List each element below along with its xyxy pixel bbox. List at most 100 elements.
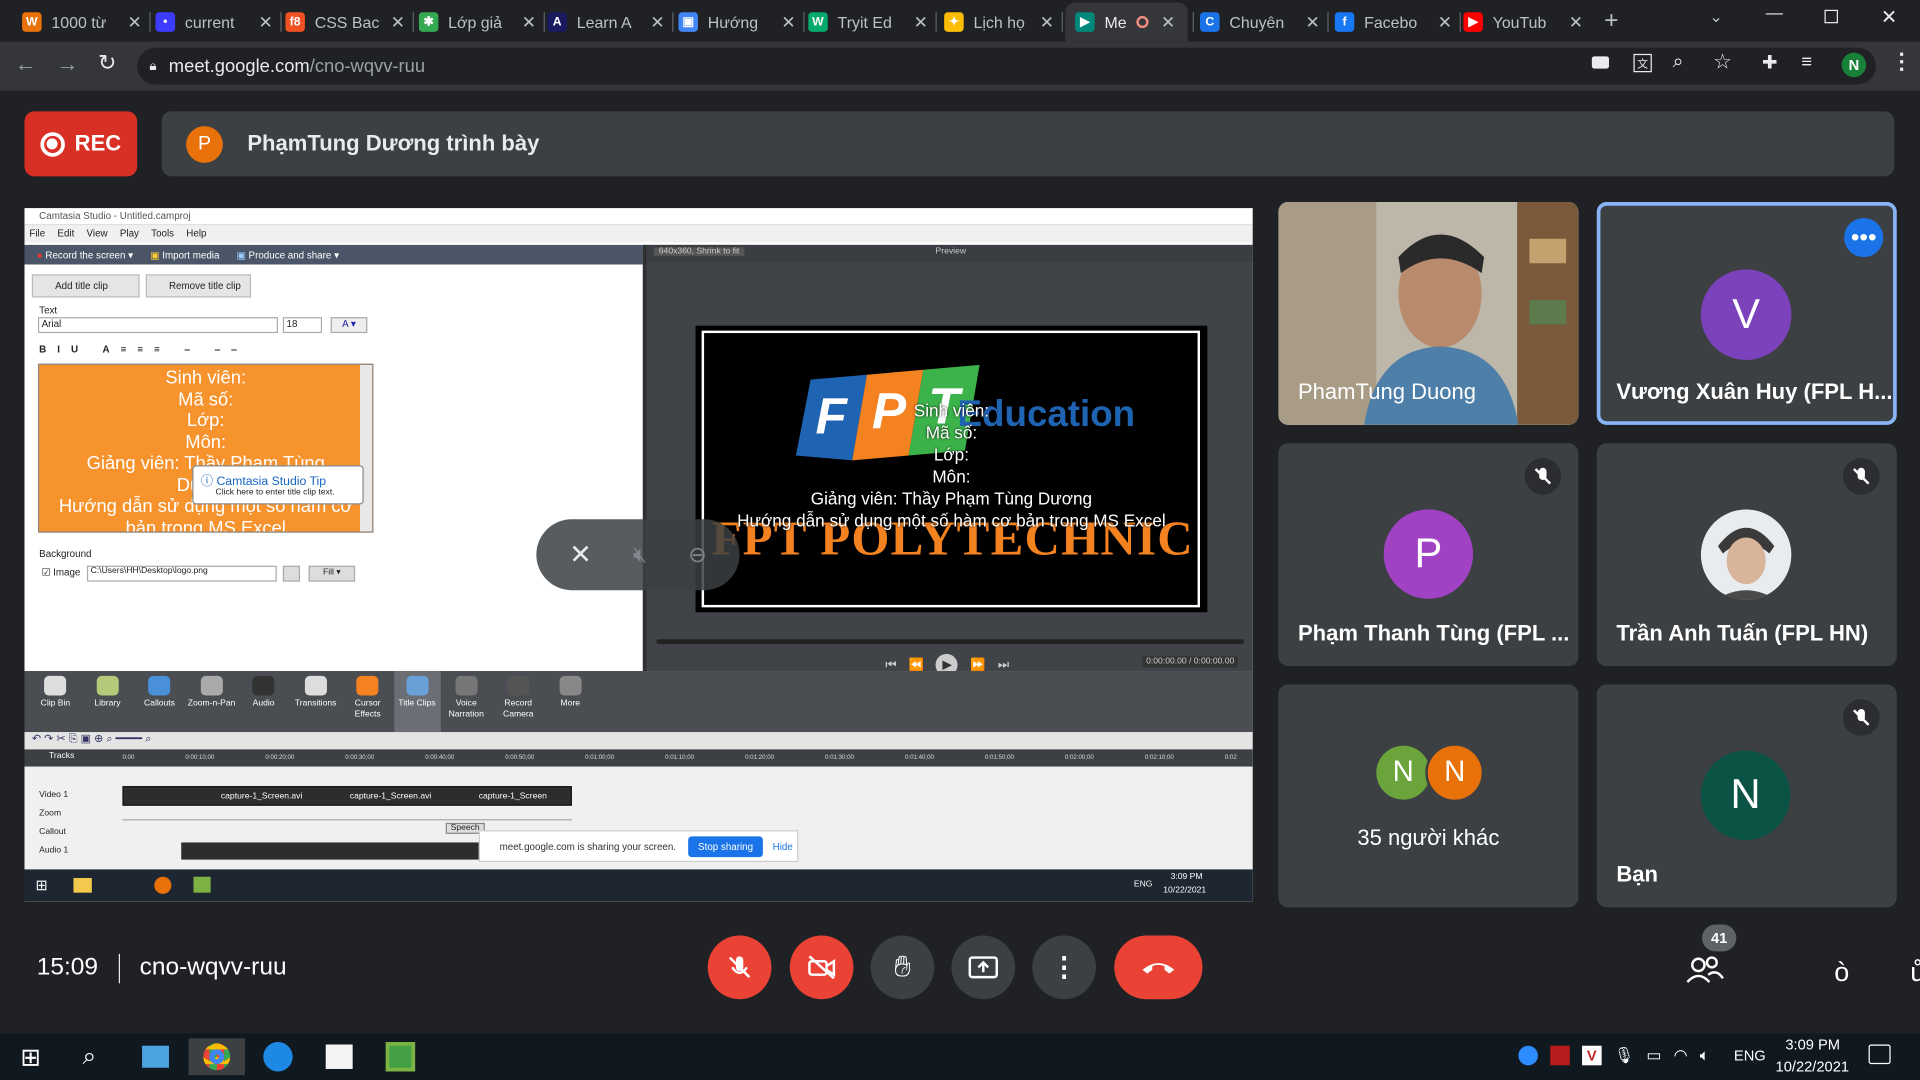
close-tab-icon[interactable]: ✕ (648, 12, 668, 33)
camtasia-menu-view[interactable]: View (87, 225, 108, 242)
image-path-field[interactable]: C:\Users\HH\Desktop\logo.png (86, 565, 277, 582)
camera-icon[interactable] (1591, 56, 1609, 69)
import-media-button[interactable]: ▣ Import media (150, 249, 219, 260)
leave-call-button[interactable] (1114, 935, 1203, 1000)
wifi-icon[interactable]: ◠ (1674, 1046, 1688, 1066)
zoom-icon[interactable]: ⌕ (1673, 51, 1684, 73)
taskbar-lang[interactable]: ENG (1734, 1047, 1766, 1064)
edge-icon[interactable] (260, 1038, 297, 1075)
tab-7[interactable]: W Tryit Ed ✕ (808, 5, 930, 39)
tab-11[interactable]: f Facebo ✕ (1334, 5, 1455, 39)
participant-tile-tung[interactable]: P Phạm Thanh Tùng (FPL ... (1278, 443, 1579, 667)
tab-3[interactable]: f8 CSS Bac ✕ (285, 5, 407, 39)
present-button[interactable] (951, 935, 1016, 1000)
camtasia-menu-play[interactable]: Play (120, 225, 139, 242)
camtasia-menu-edit[interactable]: Edit (57, 225, 74, 242)
tool-clip-bin[interactable]: Clip Bin (29, 671, 81, 732)
more-options-button[interactable]: ••• (1844, 217, 1884, 258)
timeline-clip[interactable]: capture-1_Screen.avi (350, 787, 431, 807)
tab-1[interactable]: W 1000 từ ✕ (22, 5, 144, 39)
minimize-button[interactable]: — (1766, 2, 1790, 22)
chrome-menu-icon[interactable]: ⋮ (1891, 49, 1913, 75)
tab-5[interactable]: A Learn A ✕ (547, 5, 667, 39)
close-tab-icon[interactable]: ✕ (1037, 12, 1057, 33)
more-options-button[interactable]: ⋮ (1032, 935, 1096, 1000)
tab-8[interactable]: ✦ Lịch họ ✕ (944, 5, 1057, 39)
battery-icon[interactable]: ▭ (1646, 1046, 1661, 1066)
timeline-clip[interactable]: capture-1_Screen.avi (221, 787, 302, 807)
timeline-clip[interactable]: capture-1_Screen (479, 787, 547, 807)
chrome-taskbar-icon[interactable] (188, 1038, 245, 1076)
preview-size-select[interactable]: 640x360, Shrink to fit (653, 247, 745, 256)
tool-record-camera[interactable]: Record Camera (492, 671, 544, 732)
preview-selection[interactable] (701, 330, 1201, 608)
reload-button[interactable]: ↻ (98, 50, 116, 76)
profile-avatar[interactable]: N (1841, 52, 1867, 78)
camera-button[interactable] (789, 935, 854, 1000)
video-track[interactable]: capture-1_Screen.avi capture-1_Screen.avi… (122, 786, 572, 807)
app-grid-icon[interactable] (321, 1038, 358, 1075)
tab-12[interactable]: ▶ YouTub ✕ (1463, 5, 1585, 39)
fullscreen-icon[interactable]: ⊖ (688, 542, 706, 568)
close-tab-icon[interactable]: ✕ (1158, 12, 1178, 33)
media-control-icon[interactable]: ≡ (1801, 51, 1812, 72)
participant-tile-vuong[interactable]: V ••• Vương Xuân Huy (FPL H... (1596, 202, 1897, 425)
vivaldi-tray-icon[interactable]: V (1582, 1045, 1602, 1066)
camtasia-menu-tools[interactable]: Tools (151, 225, 174, 242)
close-tab-icon[interactable]: ✕ (125, 12, 145, 33)
browse-folder-button[interactable] (282, 565, 301, 582)
translate-icon[interactable]: 文 (1633, 53, 1652, 73)
hide-sharing-button[interactable]: Hide (773, 841, 793, 852)
mic-button[interactable] (707, 935, 772, 1000)
camtasia-taskbar-icon[interactable] (382, 1038, 419, 1075)
font-select[interactable]: Arial (37, 317, 278, 334)
tool-audio[interactable]: Audio (238, 671, 290, 732)
chat-char[interactable]: ò (1834, 956, 1849, 988)
tab-2[interactable]: • current ✕ (155, 5, 276, 39)
zoom-track[interactable] (122, 808, 572, 821)
close-window-button[interactable]: ✕ (1881, 5, 1897, 29)
close-tab-icon[interactable]: ✕ (1566, 12, 1586, 33)
inner-camtasia-icon[interactable] (193, 876, 211, 893)
camtasia-menu-help[interactable]: Help (186, 225, 206, 242)
raise-hand-button[interactable]: ✋︎ (870, 935, 935, 1000)
participant-tile-phamtung[interactable]: PhamTung Duong (1278, 202, 1579, 425)
scrub-bar[interactable] (656, 639, 1245, 645)
tab-6[interactable]: ▣ Hướng ✕ (678, 5, 798, 39)
address-bar[interactable]: 🔒︎ meet.google.com /cno-wqvv-ruu (137, 47, 1876, 85)
tool-voice-narration[interactable]: Voice Narration (440, 671, 492, 732)
tool-more[interactable]: More (544, 671, 596, 732)
taskbar-date[interactable]: 10/22/2021 (1776, 1058, 1850, 1075)
tool-cursor-effects[interactable]: Cursor Effects (342, 671, 394, 732)
close-tab-icon[interactable]: ✕ (1303, 12, 1323, 33)
skip-back-icon[interactable]: ⏮ (885, 658, 896, 671)
file-explorer-icon[interactable] (137, 1038, 174, 1075)
volume-icon[interactable]: 🔈︎ (1700, 1046, 1710, 1066)
notifications-icon[interactable] (1868, 1044, 1891, 1065)
unpin-icon[interactable]: ✕ (569, 539, 592, 571)
produce-share-button[interactable]: ▣ Produce and share ▾ (237, 249, 339, 260)
close-tab-icon[interactable]: ✕ (1435, 12, 1455, 33)
new-tab-button[interactable]: + (1599, 7, 1623, 34)
tab-search-icon[interactable]: ⌄ (1709, 7, 1722, 27)
taskbar-time[interactable]: 3:09 PM (1785, 1036, 1840, 1053)
add-title-clip-button[interactable]: Add title clip (31, 274, 140, 298)
tool-zoom-n-pan[interactable]: Zoom-n-Pan (186, 671, 238, 732)
skip-forward-icon[interactable]: ⏭ (998, 658, 1009, 671)
camera-tray-icon[interactable] (1550, 1045, 1570, 1066)
tab-10[interactable]: C Chuyên ✕ (1200, 5, 1322, 39)
participant-tile-self[interactable]: N Bạn (1596, 684, 1897, 908)
microphone-tray-icon[interactable]: 🎙︎ (1614, 1046, 1634, 1066)
mute-presentation-icon[interactable]: 🔇︎ (633, 542, 647, 568)
tab-4[interactable]: ✱ Lớp giả ✕ (418, 5, 539, 39)
inner-explorer-icon[interactable] (73, 877, 92, 893)
zoom-tray-icon[interactable] (1518, 1045, 1538, 1066)
rewind-icon[interactable]: ⏪ (909, 658, 924, 671)
font-size-select[interactable]: 18 (282, 317, 323, 334)
extensions-icon[interactable]: ✚ (1762, 51, 1777, 74)
title-text-editor[interactable]: Sinh viên: Mã số: Lớp: Môn: Giảng viên: Thầy… (37, 363, 374, 533)
close-tab-icon[interactable]: ✕ (779, 12, 799, 33)
edge-char[interactable]: ů (1910, 956, 1920, 988)
camtasia-menu-file[interactable]: File (29, 225, 45, 242)
fill-button[interactable]: Fill ▾ (308, 565, 356, 582)
